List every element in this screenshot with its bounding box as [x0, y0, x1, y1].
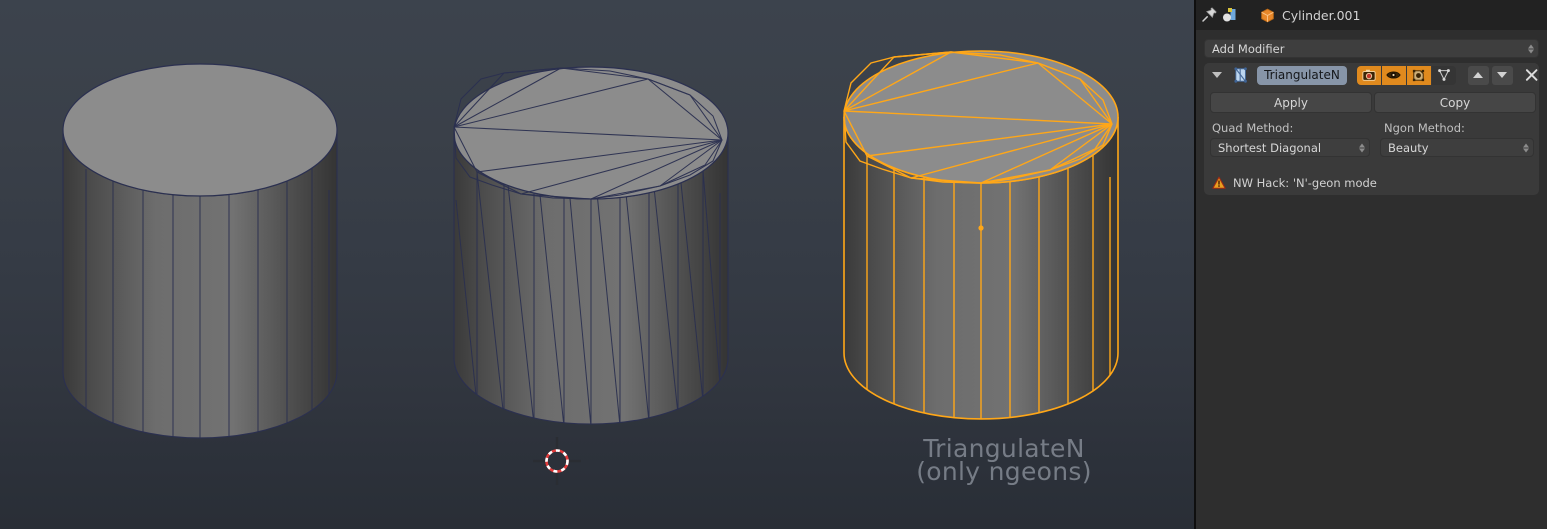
move-up-button[interactable]: [1467, 65, 1489, 85]
editor-type-icon[interactable]: [1221, 6, 1239, 24]
triangle-up-icon: [1473, 72, 1484, 78]
mesh-object-icon: [1261, 8, 1274, 22]
modifier-warning-row: NW Hack: 'N'-geon mode: [1204, 172, 1539, 193]
camera-icon: [1362, 69, 1376, 81]
apply-label: Apply: [1274, 95, 1308, 110]
breadcrumb: Cylinder.001: [1260, 0, 1360, 30]
quad-method-dropdown[interactable]: Shortest Diagonal: [1210, 138, 1370, 157]
realtime-toggle-icon[interactable]: [1381, 65, 1406, 85]
object-origin-dot: [978, 225, 984, 231]
move-down-button[interactable]: [1491, 65, 1513, 85]
modifier-header-row: TriangulateN: [1204, 63, 1539, 87]
on-cage-toggle-icon[interactable]: [1431, 65, 1456, 85]
editmode-icon: [1413, 69, 1425, 81]
ngon-method-value: Beauty: [1388, 140, 1429, 155]
ngon-method-spinner-icon: [1523, 143, 1529, 152]
cylinder-triangulated-ngon-only: [843, 50, 1119, 420]
blender-window: TriangulateN (only ngeons) Cylinder.001 …: [0, 0, 1547, 529]
cylinder-triangulated-all: [453, 66, 729, 425]
add-modifier-dropdown[interactable]: Add Modifier: [1204, 39, 1539, 58]
chevron-down-icon[interactable]: [1212, 72, 1222, 78]
modifier-reorder-buttons: [1467, 65, 1513, 85]
modifier-name-value: TriangulateN: [1264, 68, 1340, 82]
delete-modifier-button[interactable]: [1524, 67, 1539, 83]
edit-mode-toggle-icon[interactable]: [1406, 65, 1431, 85]
quad-method-label: Quad Method:: [1212, 121, 1294, 135]
warning-triangle-icon: [1212, 176, 1226, 189]
object-name-label: Cylinder.001: [1282, 7, 1361, 23]
triangulate-modifier-icon: [1234, 67, 1247, 83]
cylinder-ngon: [62, 63, 338, 439]
viewport-annotation-line2: (only ngeons): [916, 457, 1092, 486]
apply-button[interactable]: Apply: [1210, 92, 1372, 113]
viewport-annotation: TriangulateN (only ngeons): [879, 436, 1129, 486]
properties-editor: Cylinder.001 Add Modifier TriangulateN A…: [1196, 0, 1547, 529]
quad-method-value: Shortest Diagonal: [1218, 140, 1322, 155]
ngon-method-label: Ngon Method:: [1384, 121, 1465, 135]
modifier-name-field[interactable]: TriangulateN: [1257, 65, 1347, 85]
pin-icon[interactable]: [1200, 6, 1218, 24]
add-modifier-label: Add Modifier: [1212, 41, 1285, 56]
warning-text: NW Hack: 'N'-geon mode: [1233, 175, 1377, 190]
ngon-method-dropdown[interactable]: Beauty: [1380, 138, 1534, 157]
render-toggle-icon[interactable]: [1356, 65, 1381, 85]
3d-cursor-icon: [533, 437, 581, 485]
modifier-display-toggles: [1356, 65, 1456, 85]
eye-icon: [1386, 71, 1401, 79]
properties-header: Cylinder.001: [1196, 0, 1547, 30]
3d-viewport[interactable]: TriangulateN (only ngeons): [0, 0, 1194, 529]
triangle-down-icon: [1497, 72, 1508, 78]
copy-label: Copy: [1439, 95, 1471, 110]
add-modifier-spinner-icon: [1528, 44, 1534, 53]
copy-button[interactable]: Copy: [1374, 92, 1536, 113]
vertex-icon: [1437, 69, 1450, 81]
quad-method-spinner-icon: [1359, 143, 1365, 152]
